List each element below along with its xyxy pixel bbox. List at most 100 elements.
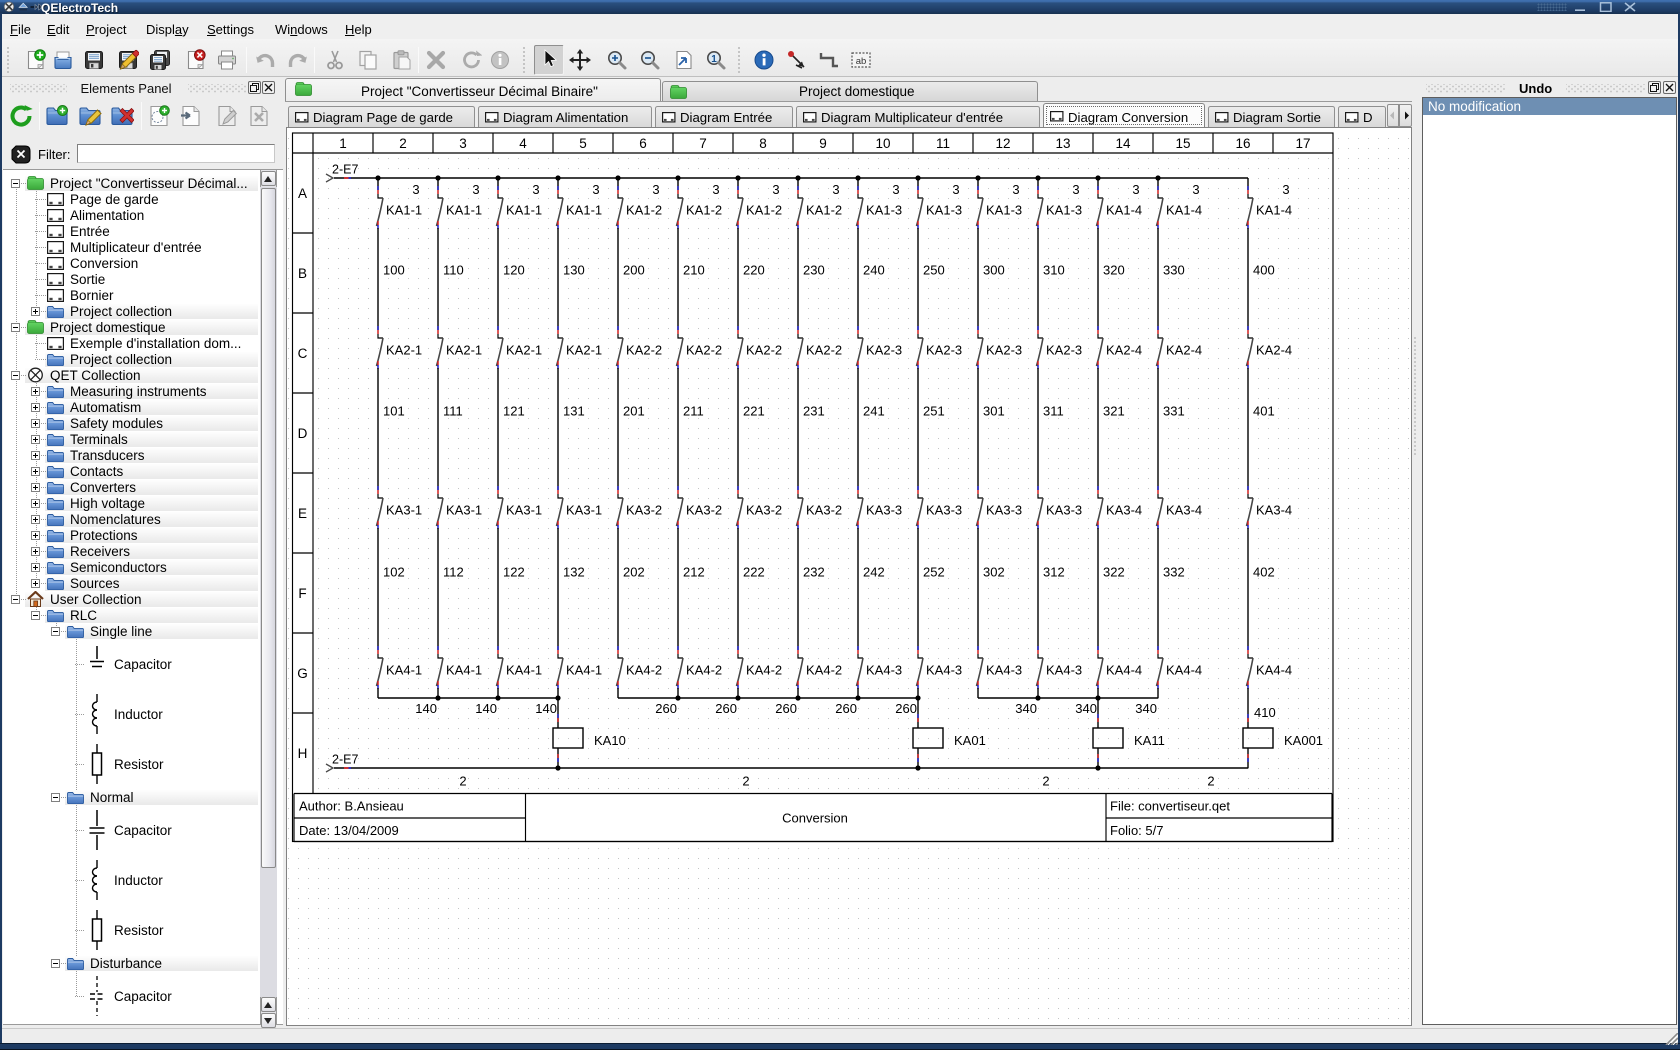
svg-text:3: 3 — [532, 182, 539, 197]
svg-text:3: 3 — [892, 182, 899, 197]
svg-text:4: 4 — [519, 136, 527, 151]
svg-text:241: 241 — [863, 404, 885, 419]
svg-text:G: G — [297, 666, 308, 681]
svg-text:11: 11 — [936, 136, 950, 151]
svg-text:KA2-3: KA2-3 — [866, 343, 902, 358]
svg-text:242: 242 — [863, 565, 885, 580]
svg-text:400: 400 — [1253, 263, 1275, 278]
svg-text:KA3-4: KA3-4 — [1166, 503, 1202, 518]
svg-text:332: 332 — [1163, 565, 1185, 580]
svg-text:330: 330 — [1163, 263, 1185, 278]
svg-text:Folio: 5/7: Folio: 5/7 — [1110, 823, 1163, 838]
svg-text:KA2-2: KA2-2 — [686, 343, 722, 358]
svg-text:KA1-3: KA1-3 — [986, 203, 1022, 218]
svg-text:1: 1 — [711, 54, 717, 65]
svg-text:KA1-1: KA1-1 — [566, 203, 602, 218]
svg-text:101: 101 — [383, 404, 405, 419]
svg-text:320: 320 — [1103, 263, 1125, 278]
svg-text:KA1-1: KA1-1 — [386, 203, 422, 218]
svg-text:KA4-4: KA4-4 — [1256, 663, 1292, 678]
svg-text:KA3-1: KA3-1 — [446, 503, 482, 518]
svg-text:KA11: KA11 — [1134, 733, 1165, 748]
svg-text:KA1-2: KA1-2 — [626, 203, 662, 218]
svg-text:3: 3 — [459, 136, 467, 151]
svg-text:122: 122 — [503, 565, 525, 580]
svg-text:KA4-3: KA4-3 — [866, 663, 902, 678]
svg-text:KA3-1: KA3-1 — [506, 503, 542, 518]
svg-text:17: 17 — [1295, 136, 1310, 151]
svg-text:KA4-3: KA4-3 — [926, 663, 962, 678]
svg-text:KA2-1: KA2-1 — [506, 343, 542, 358]
svg-text:260: 260 — [655, 701, 677, 716]
svg-text:300: 300 — [983, 263, 1005, 278]
svg-text:KA3-2: KA3-2 — [806, 503, 842, 518]
svg-text:10: 10 — [875, 136, 890, 151]
svg-text:KA1-4: KA1-4 — [1106, 203, 1142, 218]
svg-text:KA4-2: KA4-2 — [686, 663, 722, 678]
svg-text:230: 230 — [803, 263, 825, 278]
svg-text:402: 402 — [1253, 565, 1275, 580]
svg-text:112: 112 — [443, 565, 464, 580]
svg-text:KA3-1: KA3-1 — [566, 503, 602, 518]
svg-text:2: 2 — [459, 774, 466, 789]
svg-text:KA2-2: KA2-2 — [746, 343, 782, 358]
svg-text:211: 211 — [683, 404, 704, 419]
svg-text:KA3-3: KA3-3 — [926, 503, 962, 518]
svg-text:KA1-4: KA1-4 — [1256, 203, 1292, 218]
svg-text:KA4-2: KA4-2 — [626, 663, 662, 678]
svg-text:KA3-3: KA3-3 — [986, 503, 1022, 518]
svg-text:5: 5 — [579, 136, 587, 151]
svg-text:KA1-2: KA1-2 — [806, 203, 842, 218]
svg-text:3: 3 — [1012, 182, 1019, 197]
svg-text:KA2-1: KA2-1 — [446, 343, 482, 358]
svg-text:322: 322 — [1103, 565, 1125, 580]
svg-text:KA1-3: KA1-3 — [866, 203, 902, 218]
svg-text:KA4-4: KA4-4 — [1106, 663, 1142, 678]
svg-text:3: 3 — [472, 182, 479, 197]
svg-text:3: 3 — [1072, 182, 1079, 197]
svg-text:302: 302 — [983, 565, 1005, 580]
svg-text:KA1-2: KA1-2 — [746, 203, 782, 218]
svg-text:2-E7: 2-E7 — [332, 163, 358, 177]
svg-text:110: 110 — [443, 263, 464, 278]
svg-text:251: 251 — [923, 404, 945, 419]
svg-text:3: 3 — [412, 182, 419, 197]
svg-text:Conversion: Conversion — [782, 811, 848, 826]
svg-text:220: 220 — [743, 263, 765, 278]
svg-text:KA01: KA01 — [954, 733, 986, 748]
svg-text:6: 6 — [639, 136, 647, 151]
svg-text:232: 232 — [803, 565, 825, 580]
svg-text:260: 260 — [895, 701, 917, 716]
svg-text:KA3-4: KA3-4 — [1256, 503, 1292, 518]
svg-text:310: 310 — [1043, 263, 1065, 278]
svg-text:B: B — [298, 266, 307, 281]
svg-text:KA4-1: KA4-1 — [566, 663, 602, 678]
svg-text:252: 252 — [923, 565, 945, 580]
svg-text:KA4-2: KA4-2 — [746, 663, 782, 678]
svg-text:KA3-3: KA3-3 — [1046, 503, 1082, 518]
svg-text:KA3-4: KA3-4 — [1106, 503, 1142, 518]
svg-text:212: 212 — [683, 565, 705, 580]
svg-text:221: 221 — [743, 404, 765, 419]
svg-text:222: 222 — [743, 565, 765, 580]
svg-text:3: 3 — [1192, 182, 1199, 197]
svg-text:132: 132 — [563, 565, 585, 580]
svg-text:KA2-1: KA2-1 — [566, 343, 602, 358]
svg-text:140: 140 — [415, 701, 437, 716]
svg-text:210: 210 — [683, 263, 705, 278]
svg-text:231: 231 — [803, 404, 825, 419]
svg-text:3: 3 — [952, 182, 959, 197]
svg-text:KA4-3: KA4-3 — [986, 663, 1022, 678]
svg-text:KA2-2: KA2-2 — [626, 343, 662, 358]
svg-text:KA2-3: KA2-3 — [926, 343, 962, 358]
svg-text:250: 250 — [923, 263, 945, 278]
svg-text:KA2-4: KA2-4 — [1256, 343, 1292, 358]
svg-text:3: 3 — [592, 182, 599, 197]
svg-text:H: H — [298, 746, 308, 761]
svg-text:KA2-4: KA2-4 — [1166, 343, 1202, 358]
svg-text:KA2-3: KA2-3 — [1046, 343, 1082, 358]
svg-text:KA1-2: KA1-2 — [686, 203, 722, 218]
svg-text:3: 3 — [832, 182, 839, 197]
svg-text:3: 3 — [712, 182, 719, 197]
svg-text:9: 9 — [819, 136, 827, 151]
